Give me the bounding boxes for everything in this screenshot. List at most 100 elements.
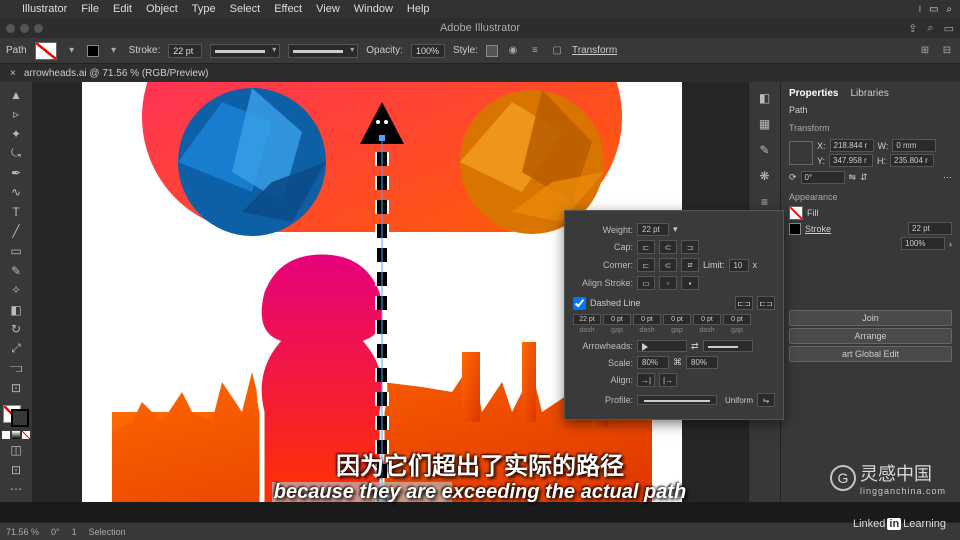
draw-mode[interactable]: ◫ xyxy=(4,441,28,459)
align-outside[interactable]: ▪ xyxy=(681,276,699,290)
y-input[interactable]: 347.958 r xyxy=(829,154,873,167)
menu-view[interactable]: View xyxy=(316,3,340,15)
stroke-pt-panel[interactable]: 22 pt xyxy=(908,222,952,235)
cap-round[interactable]: ⊂ xyxy=(659,240,677,254)
menu-effect[interactable]: Effect xyxy=(274,3,302,15)
shape-icon[interactable]: ▢ xyxy=(550,44,564,58)
zoom-window[interactable] xyxy=(34,24,43,33)
fill-swatch-panel[interactable] xyxy=(789,206,803,220)
more-transform-icon[interactable]: ⋯ xyxy=(943,172,952,183)
type-tool[interactable]: T xyxy=(4,203,28,221)
search-doc-icon[interactable]: ⌕ xyxy=(927,22,933,35)
corner-round[interactable]: ⊂ xyxy=(659,258,677,272)
scale-end[interactable]: 80% xyxy=(686,356,718,369)
stroke-weight-input[interactable]: 22 pt xyxy=(168,44,202,58)
dash1[interactable]: 22 pt xyxy=(573,314,601,325)
reference-point[interactable] xyxy=(789,141,813,165)
width-tool[interactable]: ⫎ xyxy=(4,359,28,377)
swatches-panel-icon[interactable]: ▦ xyxy=(751,112,779,136)
color-mode[interactable] xyxy=(2,431,10,439)
gap3[interactable]: 0 pt xyxy=(723,314,751,325)
w-input[interactable]: 0 mm xyxy=(892,139,936,152)
style-swatch[interactable] xyxy=(486,45,498,57)
align-end[interactable]: |→ xyxy=(659,373,677,387)
pen-tool[interactable]: ✒ xyxy=(4,164,28,182)
align-inside[interactable]: ▫ xyxy=(659,276,677,290)
artboard-nav[interactable]: 1 xyxy=(72,527,77,537)
tab-libraries[interactable]: Libraries xyxy=(850,88,888,99)
lasso-tool[interactable]: ⤿ xyxy=(4,145,28,163)
menu-select[interactable]: Select xyxy=(230,3,261,15)
fill-stroke-control[interactable] xyxy=(3,405,29,428)
stroke-dropdown-icon[interactable]: ▾ xyxy=(107,44,121,58)
isolate-icon[interactable]: ⊞ xyxy=(918,44,932,58)
align-tip[interactable]: →| xyxy=(637,373,655,387)
gradient-mode[interactable] xyxy=(12,431,20,439)
arrowhead-end-dropdown[interactable] xyxy=(703,340,753,352)
document-tab[interactable]: × arrowheads.ai @ 71.56 % (RGB/Preview) xyxy=(0,64,960,82)
screen-mode[interactable]: ⊡ xyxy=(4,461,28,479)
dash-align[interactable]: ⊏⊐ xyxy=(757,296,775,310)
recolor-icon[interactable]: ◉ xyxy=(506,44,520,58)
menu-help[interactable]: Help xyxy=(407,3,430,15)
close-window[interactable] xyxy=(6,24,15,33)
dash3[interactable]: 0 pt xyxy=(693,314,721,325)
menu-type[interactable]: Type xyxy=(192,3,216,15)
flip-h-icon[interactable]: ⇋ xyxy=(849,172,857,183)
edit-toolbar[interactable]: ⋯ xyxy=(4,480,28,498)
transform-link[interactable]: Transform xyxy=(572,45,617,56)
limit-input[interactable]: 10 xyxy=(729,259,749,272)
none-mode[interactable] xyxy=(22,431,30,439)
symbols-panel-icon[interactable]: ❋ xyxy=(751,164,779,188)
color-panel-icon[interactable]: ◧ xyxy=(751,86,779,110)
cap-butt[interactable]: ⊏ xyxy=(637,240,655,254)
profile-dropdown[interactable] xyxy=(637,395,717,405)
menu-edit[interactable]: Edit xyxy=(113,3,132,15)
cap-projecting[interactable]: ⊐ xyxy=(681,240,699,254)
battery-icon[interactable]: ▭ xyxy=(929,4,938,15)
direct-selection-tool[interactable]: ▹ xyxy=(4,106,28,124)
stroke-color[interactable] xyxy=(11,409,29,427)
width-profile-dropdown[interactable] xyxy=(210,44,280,58)
gap1[interactable]: 0 pt xyxy=(603,314,631,325)
menu-object[interactable]: Object xyxy=(146,3,178,15)
h-input[interactable]: 235.804 r xyxy=(890,154,934,167)
magic-wand-tool[interactable]: ✦ xyxy=(4,125,28,143)
zoom-level[interactable]: 71.56 % xyxy=(6,527,39,537)
line-tool[interactable]: ╱ xyxy=(4,223,28,241)
arrowhead-start-dropdown[interactable] xyxy=(637,340,687,352)
align-icon[interactable]: ≡ xyxy=(528,44,542,58)
link-scale-icon[interactable]: ⌘ xyxy=(673,357,682,368)
brushes-panel-icon[interactable]: ✎ xyxy=(751,138,779,162)
search-icon[interactable]: ⌕ xyxy=(946,4,952,15)
stroke-link[interactable]: Stroke xyxy=(805,224,831,234)
stroke-swatch-panel[interactable] xyxy=(789,223,801,235)
swap-arrowheads-icon[interactable]: ⇄ xyxy=(691,341,699,352)
arrange-icon[interactable]: ▭ xyxy=(944,22,954,35)
flip-profile-icon[interactable]: ⇋ xyxy=(757,393,775,407)
scale-tool[interactable]: ⤢ xyxy=(4,340,28,358)
opacity-input[interactable]: 100% xyxy=(411,44,445,58)
eraser-tool[interactable]: ◧ xyxy=(4,301,28,319)
share-icon[interactable]: ⇪ xyxy=(908,22,917,35)
scale-start[interactable]: 80% xyxy=(637,356,669,369)
rectangle-tool[interactable]: ▭ xyxy=(4,242,28,260)
global-edit-button[interactable]: art Global Edit xyxy=(789,346,952,362)
dashed-line-checkbox[interactable] xyxy=(573,297,586,310)
x-input[interactable]: 218.844 r xyxy=(830,139,874,152)
selection-tool[interactable]: ▲ xyxy=(4,86,28,104)
corner-miter[interactable]: ⊏ xyxy=(637,258,655,272)
menu-file[interactable]: File xyxy=(81,3,99,15)
flip-v-icon[interactable]: ⇵ xyxy=(860,172,868,183)
fill-dropdown-icon[interactable]: ▾ xyxy=(65,44,79,58)
app-name[interactable]: Illustrator xyxy=(22,3,67,15)
stroke-swatch[interactable] xyxy=(87,45,99,57)
rotate-view[interactable]: 0° xyxy=(51,527,60,537)
opacity-panel[interactable]: 100% xyxy=(901,237,945,250)
stroke-panel[interactable]: Weight:22 pt▾ Cap:⊏⊂⊐ Corner:⊏⊂⧄Limit:10… xyxy=(564,210,784,420)
gap2[interactable]: 0 pt xyxy=(663,314,691,325)
rotate-input[interactable]: 0° xyxy=(801,171,845,184)
arrange-button[interactable]: Arrange xyxy=(789,328,952,344)
shaper-tool[interactable]: ✧ xyxy=(4,281,28,299)
wifi-icon[interactable]: ⧙ xyxy=(919,4,921,15)
